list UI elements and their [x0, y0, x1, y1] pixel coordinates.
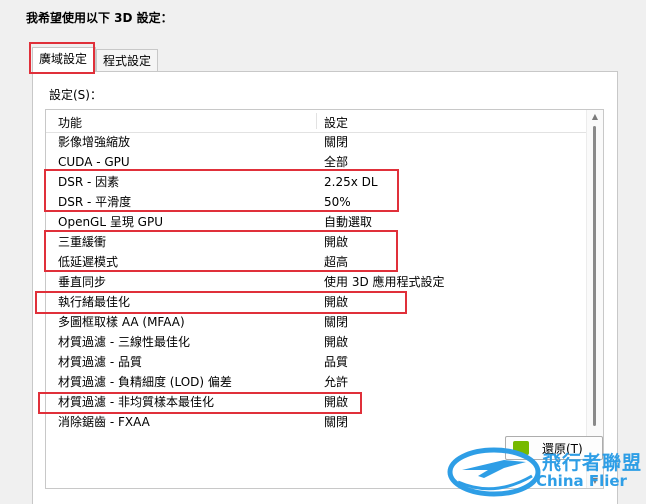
feature-value: 開啟	[324, 335, 349, 349]
feature-value: 關閉	[324, 415, 349, 429]
column-header-setting[interactable]: 設定	[324, 114, 348, 131]
list-row[interactable]: CUDA - GPU 全部	[46, 152, 587, 172]
settings-list[interactable]: 功能 設定 影像增強縮放 關閉 CUDA - GPU 全部 DSR - 因素 2.25…	[45, 109, 604, 489]
tab-global-settings[interactable]: 廣域設定	[32, 47, 96, 72]
feature-value: 允許	[324, 375, 349, 389]
feature-name: 材質過濾 - 品質	[58, 355, 142, 369]
feature-name: 多圖框取樣 AA (MFAA)	[58, 315, 185, 329]
list-row[interactable]: 材質過濾 - 品質 品質	[46, 352, 587, 372]
list-header: 功能 設定	[46, 110, 587, 133]
list-row[interactable]: 垂直同步 使用 3D 應用程式設定	[46, 272, 587, 292]
feature-value: 關閉	[324, 135, 349, 149]
scroll-down-arrow-icon[interactable]: ▼	[587, 474, 603, 488]
feature-name: 垂直同步	[58, 275, 107, 289]
feature-value: 使用 3D 應用程式設定	[324, 275, 445, 289]
feature-value: 開啟	[324, 395, 349, 409]
feature-name: 影像增強縮放	[58, 135, 131, 149]
feature-value: 全部	[324, 155, 349, 169]
tab-program-settings[interactable]: 程式設定	[96, 49, 158, 71]
list-row[interactable]: DSR - 因素 2.25x DL	[46, 172, 587, 192]
list-row[interactable]: OpenGL 呈現 GPU 自動選取	[46, 212, 587, 232]
list-row[interactable]: 多圖框取樣 AA (MFAA) 關閉	[46, 312, 587, 332]
list-row[interactable]: 低延遲模式 超高	[46, 252, 587, 272]
feature-name: 低延遲模式	[58, 255, 119, 269]
feature-name: 消除鋸齒 - FXAA	[58, 415, 150, 429]
feature-name: DSR - 平滑度	[58, 195, 132, 209]
list-row[interactable]: 執行緒最佳化 開啟	[46, 292, 587, 312]
list-row[interactable]: DSR - 平滑度 50%	[46, 192, 587, 212]
column-header-feature[interactable]: 功能	[58, 114, 82, 131]
restore-label: 還原(T)	[542, 442, 583, 456]
page-title: 我希望使用以下 3D 設定：	[26, 11, 173, 25]
settings-label: 設定(S)：	[49, 88, 102, 102]
feature-value: 品質	[324, 355, 349, 369]
feature-name: DSR - 因素	[58, 175, 120, 189]
feature-value: 關閉	[324, 315, 349, 329]
scrollbar-thumb[interactable]	[593, 126, 596, 426]
feature-name: 材質過濾 - 三線性最佳化	[58, 335, 190, 349]
feature-name: OpenGL 呈現 GPU	[58, 215, 163, 229]
feature-value: 自動選取	[324, 215, 373, 229]
list-rows: 影像增強縮放 關閉 CUDA - GPU 全部 DSR - 因素 2.25x DL D…	[46, 132, 587, 432]
feature-name: CUDA - GPU	[58, 155, 130, 169]
feature-value: 50%	[324, 195, 351, 209]
feature-value: 開啟	[324, 295, 349, 309]
feature-name: 材質過濾 - 非均質樣本最佳化	[58, 395, 214, 409]
vertical-scrollbar[interactable]: ▲ ▼	[586, 110, 603, 488]
column-separator	[316, 113, 317, 129]
list-row[interactable]: 材質過濾 - 非均質樣本最佳化 開啟	[46, 392, 587, 412]
list-row[interactable]: 消除鋸齒 - FXAA 關閉	[46, 412, 587, 432]
list-row[interactable]: 材質過濾 - 負精細度 (LOD) 偏差 允許	[46, 372, 587, 392]
list-row[interactable]: 影像增強縮放 關閉	[46, 132, 587, 152]
feature-name: 執行緒最佳化	[58, 295, 131, 309]
feature-value: 超高	[324, 255, 349, 269]
nvidia-logo-icon	[513, 441, 529, 455]
feature-name: 材質過濾 - 負精細度 (LOD) 偏差	[58, 375, 232, 389]
feature-name: 三重緩衝	[58, 235, 107, 249]
scroll-up-arrow-icon[interactable]: ▲	[587, 110, 603, 124]
feature-value: 開啟	[324, 235, 349, 249]
feature-value: 2.25x DL	[324, 175, 378, 189]
list-row[interactable]: 材質過濾 - 三線性最佳化 開啟	[46, 332, 587, 352]
list-row[interactable]: 三重緩衝 開啟	[46, 232, 587, 252]
restore-button[interactable]: 還原(T)	[505, 436, 603, 460]
